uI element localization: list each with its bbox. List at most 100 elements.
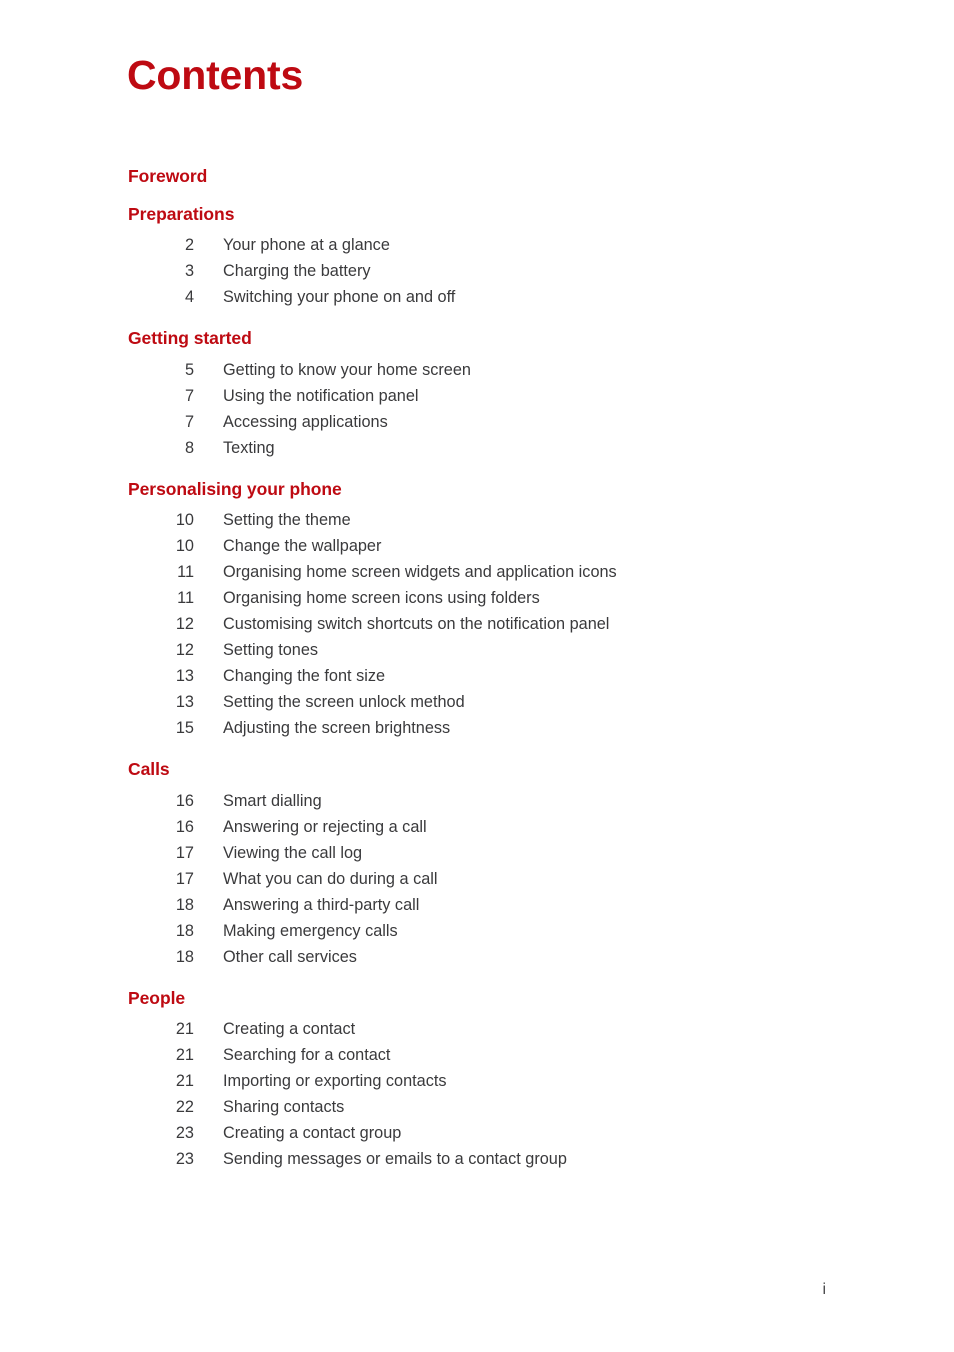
toc-entry-title: Viewing the call log <box>223 843 363 862</box>
toc-entry-page-number: 23 <box>175 1124 194 1142</box>
toc-entry[interactable]: 5 Getting to know your home screen <box>0 357 954 383</box>
toc-section-heading[interactable]: Calls <box>0 760 954 779</box>
toc-entry-title: Customising switch shortcuts on the noti… <box>223 615 610 633</box>
toc-entry[interactable]: 10 Setting the theme <box>0 507 954 533</box>
toc-entry[interactable]: 12 Customising switch shortcuts on the no… <box>0 611 954 637</box>
toc-entry[interactable]: 18 Answering a third-party call <box>0 892 954 918</box>
toc-entry[interactable]: 16 Answering or rejecting a call <box>0 814 954 840</box>
toc-entry-page-number: 13 <box>175 667 194 685</box>
toc-entry-title: Organising home screen widgets and appli… <box>223 563 617 581</box>
toc-entry-page-number: 12 <box>175 641 194 659</box>
toc-entry-page-number: 8 <box>184 438 194 457</box>
toc-entry-page-number: 10 <box>175 511 194 529</box>
toc-entry[interactable]: 2 Your phone at a glance <box>0 232 954 258</box>
toc-entry[interactable]: 22 Sharing contacts <box>0 1094 954 1120</box>
toc-entry[interactable]: 11 Organising home screen widgets and app… <box>0 559 954 585</box>
toc-entry-title: Importing or exporting contacts <box>223 1072 447 1090</box>
toc-entry-title: Changing the font size <box>223 667 386 685</box>
toc-section: Foreword <box>0 167 954 186</box>
toc-entry-page-number: 18 <box>175 921 194 940</box>
toc-entry-title: Getting to know your home screen <box>223 360 471 379</box>
toc-entry-title: Change the wallpaper <box>223 537 382 555</box>
toc-entry-title: Smart dialling <box>223 791 322 810</box>
toc-entry-title: Creating a contact group <box>223 1124 402 1142</box>
toc-entry[interactable]: 12 Setting tones <box>0 637 954 663</box>
toc-entry-list: 21 Creating a contact 21 Searching for a co… <box>0 1016 954 1172</box>
toc-entry[interactable]: 3 Charging the battery <box>0 258 954 284</box>
toc-entry-title: Creating a contact <box>223 1020 356 1038</box>
toc-entry[interactable]: 16 Smart dialling <box>0 788 954 814</box>
toc-entry[interactable]: 15 Adjusting the screen brightness <box>0 715 954 741</box>
toc-entry[interactable]: 7 Using the notification panel <box>0 383 954 409</box>
toc-section-heading[interactable]: People <box>0 989 954 1008</box>
toc-entry-page-number: 5 <box>184 360 194 379</box>
toc-entry-page-number: 18 <box>175 947 194 966</box>
page-title: Contents <box>127 52 304 98</box>
toc-entry-title: Organising home screen icons using folde… <box>223 589 540 607</box>
toc-entry-page-number: 3 <box>184 262 194 280</box>
toc-section: Personalising your phone 10 Setting the th… <box>0 480 954 742</box>
folio-page-number: i <box>822 1281 826 1298</box>
toc-entry[interactable]: 4 Switching your phone on and off <box>0 284 954 310</box>
toc-entry-title: Answering or rejecting a call <box>223 817 427 836</box>
toc-entry-page-number: 7 <box>184 412 194 431</box>
toc-entry-page-number: 17 <box>175 869 194 888</box>
toc-section: Getting started 5 Getting to know your hom… <box>0 329 954 461</box>
toc-entry[interactable]: 10 Change the wallpaper <box>0 533 954 559</box>
toc-entry-page-number: 16 <box>175 791 194 810</box>
toc-entry[interactable]: 7 Accessing applications <box>0 409 954 435</box>
toc-entry-page-number: 7 <box>184 386 194 405</box>
toc-entry[interactable]: 21 Importing or exporting contacts <box>0 1068 954 1094</box>
toc-section-heading[interactable]: Preparations <box>0 205 954 224</box>
toc-entry-title: Charging the battery <box>223 262 371 280</box>
toc-entry-title: Searching for a contact <box>223 1046 391 1064</box>
toc-entry-page-number: 21 <box>175 1020 194 1038</box>
table-of-contents: Foreword Preparations 2 Your phone at a gla… <box>0 167 954 1173</box>
toc-entry-title: Sharing contacts <box>223 1098 345 1116</box>
toc-entry-page-number: 21 <box>175 1072 194 1090</box>
toc-entry[interactable]: 18 Making emergency calls <box>0 918 954 944</box>
toc-section: Calls 16 Smart dialling 16 Answering or reje… <box>0 760 954 970</box>
toc-entry-page-number: 12 <box>175 615 194 633</box>
toc-entry-page-number: 2 <box>184 236 194 254</box>
toc-entry[interactable]: 17 Viewing the call log <box>0 840 954 866</box>
toc-entry-page-number: 22 <box>175 1098 194 1116</box>
toc-entry-title: Switching your phone on and off <box>223 288 456 306</box>
toc-entry[interactable]: 8 Texting <box>0 435 954 461</box>
toc-section-heading[interactable]: Foreword <box>0 167 954 186</box>
toc-entry[interactable]: 11 Organising home screen icons using fol… <box>0 585 954 611</box>
toc-section: Preparations 2 Your phone at a glance 3 Char… <box>0 205 954 311</box>
toc-entry-title: Setting tones <box>223 641 319 659</box>
toc-entry-list: 5 Getting to know your home screen 7 Using … <box>0 357 954 461</box>
toc-entry[interactable]: 13 Changing the font size <box>0 663 954 689</box>
toc-entry[interactable]: 21 Searching for a contact <box>0 1042 954 1068</box>
toc-entry-title: Making emergency calls <box>223 921 398 940</box>
toc-entry-title: Texting <box>223 438 275 457</box>
toc-entry-page-number: 23 <box>175 1150 194 1168</box>
toc-entry-title: Your phone at a glance <box>223 236 390 254</box>
toc-entry[interactable]: 18 Other call services <box>0 944 954 970</box>
toc-entry-title: Adjusting the screen brightness <box>223 719 451 737</box>
toc-entry[interactable]: 23 Creating a contact group <box>0 1120 954 1146</box>
toc-entry-title: Setting the screen unlock method <box>223 693 465 711</box>
toc-section-heading[interactable]: Personalising your phone <box>0 480 954 499</box>
toc-entry-list: 2 Your phone at a glance 3 Charging the bat… <box>0 232 954 310</box>
toc-entry-title: What you can do during a call <box>223 869 438 888</box>
toc-entry[interactable]: 17 What you can do during a call <box>0 866 954 892</box>
toc-entry-title: Answering a third-party call <box>223 895 420 914</box>
toc-entry-list: 16 Smart dialling 16 Answering or rejecting… <box>0 788 954 970</box>
toc-entry-page-number: 15 <box>175 719 194 737</box>
toc-entry[interactable]: 23 Sending messages or emails to a contac… <box>0 1146 954 1172</box>
toc-entry-page-number: 21 <box>175 1046 194 1064</box>
toc-entry-title: Using the notification panel <box>223 386 419 405</box>
toc-entry-page-number: 11 <box>177 589 194 607</box>
toc-entry-page-number: 4 <box>184 288 194 306</box>
toc-entry-title: Other call services <box>223 947 357 966</box>
toc-section: People 21 Creating a contact 21 Searching fo… <box>0 989 954 1173</box>
toc-entry-list: 10 Setting the theme 10 Change the wallpape… <box>0 507 954 741</box>
toc-section-heading[interactable]: Getting started <box>0 329 954 348</box>
toc-entry-page-number: 17 <box>175 843 194 862</box>
toc-entry-title: Accessing applications <box>223 412 388 431</box>
toc-entry[interactable]: 21 Creating a contact <box>0 1016 954 1042</box>
toc-entry[interactable]: 13 Setting the screen unlock method <box>0 689 954 715</box>
